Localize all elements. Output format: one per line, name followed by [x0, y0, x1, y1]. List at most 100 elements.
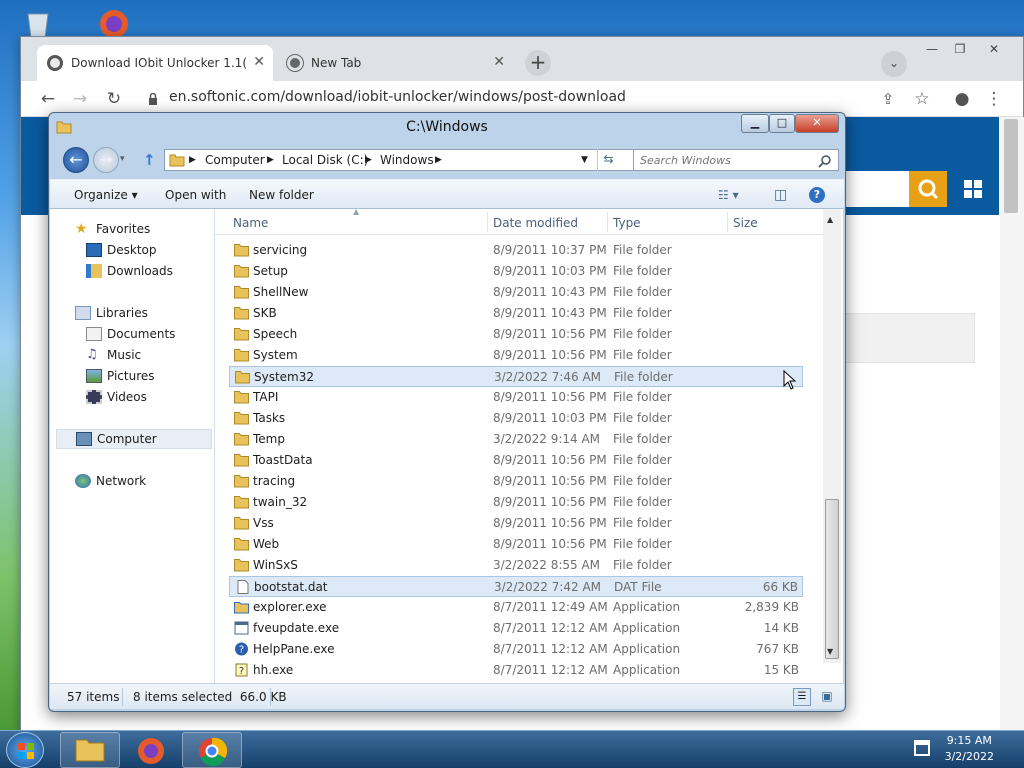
- address-bar[interactable]: en.softonic.com/download/iobit-unlocker/…: [169, 89, 626, 105]
- file-type: File folder: [613, 558, 672, 572]
- file-row[interactable]: ShellNew 8/9/2011 10:43 PM File folder: [229, 282, 803, 303]
- menu-icon[interactable]: ⋮: [983, 88, 1005, 110]
- file-row[interactable]: tracing 8/9/2011 10:56 PM File folder: [229, 471, 803, 492]
- nav-videos[interactable]: Videos: [86, 387, 147, 407]
- file-row[interactable]: ? HelpPane.exe 8/7/2011 12:12 AM Applicatio…: [229, 639, 803, 660]
- nav-downloads[interactable]: Downloads: [86, 261, 173, 281]
- file-list-scrollbar[interactable]: ▲ ▼: [823, 209, 841, 663]
- close-icon[interactable]: ✕: [493, 54, 505, 70]
- file-row[interactable]: Vss 8/9/2011 10:56 PM File folder: [229, 513, 803, 534]
- taskbar-firefox-button[interactable]: [121, 732, 181, 768]
- scroll-down-icon[interactable]: ▼: [827, 647, 833, 656]
- details-view-icon[interactable]: ☰: [793, 688, 811, 706]
- view-options-icon[interactable]: ☷ ▾: [718, 180, 739, 210]
- scroll-thumb[interactable]: [825, 499, 839, 659]
- close-button[interactable]: ✕: [795, 114, 839, 133]
- browser-scrollbar[interactable]: [1000, 117, 1024, 735]
- file-row[interactable]: SKB 8/9/2011 10:43 PM File folder: [229, 303, 803, 324]
- windows-logo-icon[interactable]: [947, 171, 999, 207]
- file-type: Application: [613, 600, 681, 614]
- large-icons-view-icon[interactable]: ▣: [818, 688, 836, 706]
- address-breadcrumb[interactable]: ▶ Computer ▶ Local Disk (C:) ▶ Windows ▶…: [164, 149, 635, 171]
- chevron-down-icon[interactable]: ⌄: [881, 51, 907, 77]
- nav-favorites[interactable]: ★ Favorites: [75, 219, 150, 239]
- nav-desktop[interactable]: Desktop: [86, 240, 157, 260]
- file-row[interactable]: ToastData 8/9/2011 10:56 PM File folder: [229, 450, 803, 471]
- close-icon[interactable]: ✕: [983, 41, 1005, 59]
- maximize-button[interactable]: □: [769, 114, 795, 133]
- column-type[interactable]: Type: [609, 209, 641, 235]
- start-button[interactable]: [6, 732, 44, 768]
- network-tray-icon[interactable]: [914, 740, 930, 756]
- file-row[interactable]: servicing 8/9/2011 10:37 PM File folder: [229, 240, 803, 261]
- file-row[interactable]: TAPI 8/9/2011 10:56 PM File folder: [229, 387, 803, 408]
- organize-button[interactable]: Organize ▾: [74, 180, 138, 210]
- file-date: 3/2/2022 7:46 AM: [494, 370, 602, 384]
- file-row[interactable]: explorer.exe 8/7/2011 12:49 AM Application…: [229, 597, 803, 618]
- back-arrow-icon[interactable]: ←: [63, 147, 89, 173]
- tab-iobit[interactable]: Download IObit Unlocker 1.1(20 ✕: [37, 45, 273, 81]
- maximize-icon[interactable]: ❐: [949, 41, 971, 59]
- file-row[interactable]: Setup 8/9/2011 10:03 PM File folder: [229, 261, 803, 282]
- file-row[interactable]: Speech 8/9/2011 10:56 PM File folder: [229, 324, 803, 345]
- profile-avatar-icon[interactable]: ●: [951, 88, 973, 110]
- search-input[interactable]: [634, 150, 814, 170]
- taskbar-explorer-button[interactable]: [60, 732, 120, 768]
- refresh-icon[interactable]: ⇆: [597, 149, 619, 171]
- file-row[interactable]: ? hh.exe 8/7/2011 12:12 AM Application 15 KB: [229, 660, 803, 681]
- new-folder-button[interactable]: New folder: [249, 180, 314, 210]
- file-date: 8/7/2011 12:12 AM: [493, 663, 608, 677]
- chevron-down-icon[interactable]: ▼: [581, 150, 588, 170]
- file-row[interactable]: System 8/9/2011 10:56 PM File folder: [229, 345, 803, 366]
- navigation-bar: ← → ▾ ↑ ▶ Computer ▶ Local Disk (C:) ▶ W…: [49, 143, 845, 179]
- tab-new-tab[interactable]: New Tab ✕: [277, 45, 513, 81]
- nav-network[interactable]: Network: [75, 471, 146, 491]
- search-box[interactable]: [633, 149, 839, 171]
- forward-arrow-icon[interactable]: →: [69, 88, 91, 110]
- scroll-up-icon[interactable]: ▲: [827, 215, 833, 224]
- close-icon[interactable]: ✕: [253, 54, 265, 70]
- clock-time: 9:15 AM: [946, 734, 992, 747]
- minimize-icon[interactable]: —: [921, 41, 943, 59]
- reload-icon[interactable]: ↻: [103, 88, 125, 110]
- breadcrumb-windows[interactable]: Windows: [380, 150, 434, 170]
- up-arrow-icon[interactable]: ↑: [143, 151, 156, 169]
- forward-arrow-icon[interactable]: →: [93, 147, 119, 173]
- share-icon[interactable]: ⇪: [877, 88, 899, 110]
- file-row[interactable]: System32 3/2/2022 7:46 AM File folder: [229, 366, 803, 387]
- scroll-thumb[interactable]: [1004, 119, 1018, 213]
- nav-pictures[interactable]: Pictures: [86, 366, 155, 386]
- column-size[interactable]: Size: [729, 209, 758, 235]
- file-date: 3/2/2022 8:55 AM: [493, 558, 601, 572]
- nav-computer[interactable]: Computer: [56, 429, 212, 449]
- file-row[interactable]: bootstat.dat 3/2/2022 7:42 AM DAT File 66 K…: [229, 576, 803, 597]
- recent-pages-chevron-icon[interactable]: ▾: [120, 154, 125, 164]
- new-tab-button[interactable]: +: [525, 50, 551, 76]
- taskbar-chrome-button[interactable]: [182, 732, 242, 768]
- file-name: Vss: [253, 516, 274, 530]
- nav-music[interactable]: ♫ Music: [86, 345, 141, 365]
- file-row[interactable]: twain_32 8/9/2011 10:56 PM File folder: [229, 492, 803, 513]
- site-search-button[interactable]: [909, 171, 947, 207]
- file-row[interactable]: WinSxS 3/2/2022 8:55 AM File folder: [229, 555, 803, 576]
- breadcrumb-local-disk[interactable]: Local Disk (C:): [282, 150, 368, 170]
- help-icon[interactable]: ?: [809, 187, 825, 203]
- column-date-modified[interactable]: Date modified: [489, 209, 578, 235]
- minimize-button[interactable]: ▁: [741, 114, 769, 133]
- firefox-desktop-icon[interactable]: [96, 4, 132, 40]
- file-row[interactable]: fveupdate.exe 8/7/2011 12:12 AM Applicatio…: [229, 618, 803, 639]
- open-with-button[interactable]: Open with: [165, 180, 226, 210]
- file-name: Setup: [253, 264, 288, 278]
- nav-documents[interactable]: Documents: [86, 324, 175, 344]
- breadcrumb-computer[interactable]: Computer: [205, 150, 265, 170]
- column-name[interactable]: Name: [229, 209, 268, 235]
- file-row[interactable]: Temp 3/2/2022 9:14 AM File folder: [229, 429, 803, 450]
- system-clock[interactable]: 9:15 AM 3/2/2022: [945, 733, 994, 765]
- nav-libraries[interactable]: Libraries: [75, 303, 148, 323]
- back-arrow-icon[interactable]: ←: [37, 88, 59, 110]
- preview-pane-icon[interactable]: ◫: [774, 180, 787, 210]
- file-row[interactable]: Web 8/9/2011 10:56 PM File folder: [229, 534, 803, 555]
- file-name: servicing: [253, 243, 308, 257]
- file-row[interactable]: Tasks 8/9/2011 10:03 PM File folder: [229, 408, 803, 429]
- bookmark-star-icon[interactable]: ☆: [911, 88, 933, 110]
